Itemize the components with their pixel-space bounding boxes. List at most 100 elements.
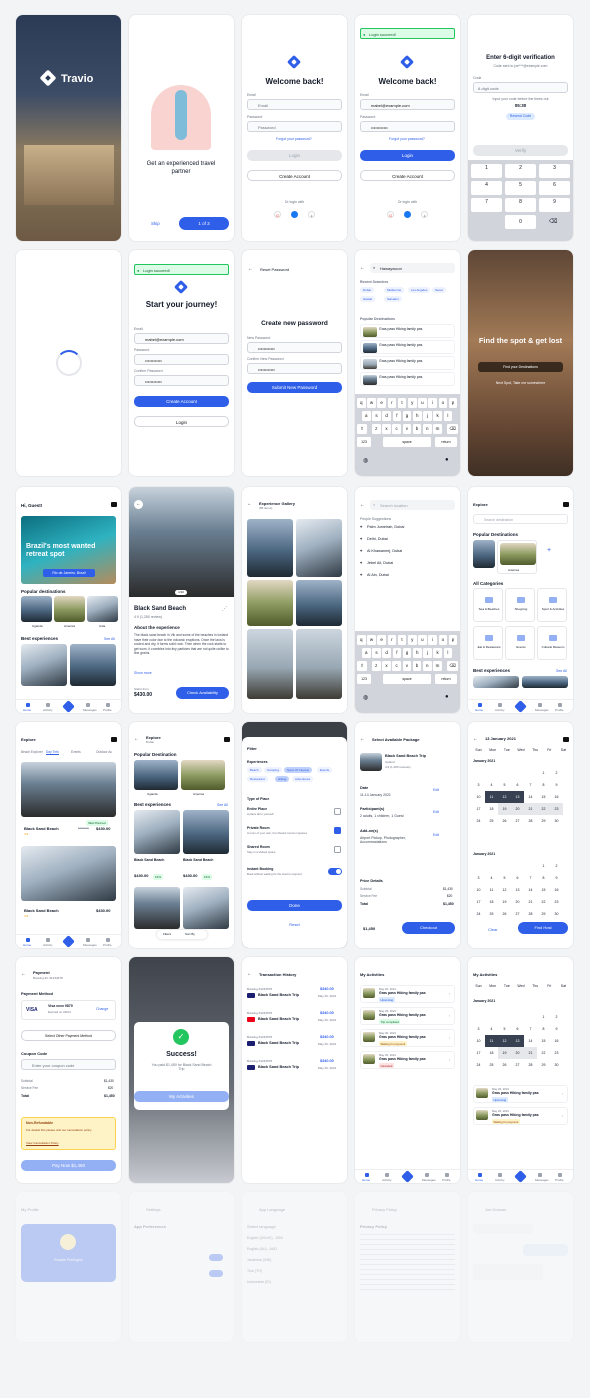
confirm-password-field[interactable]: •••••••••••• <box>134 375 229 386</box>
keypad-key[interactable]: 1 <box>471 164 502 178</box>
delete-key-icon[interactable]: ⌫ <box>447 661 458 671</box>
nav-label[interactable]: Profile <box>555 708 564 712</box>
calendar-day[interactable]: 9 <box>550 779 563 791</box>
submit-password-button[interactable]: Submit New Password <box>247 382 342 393</box>
nav-label[interactable]: Activity <box>43 708 53 712</box>
destination-card[interactable] <box>21 596 52 622</box>
tiktok-icon[interactable]: ♪ <box>421 211 428 218</box>
calendar-day[interactable]: 28 <box>524 815 537 827</box>
calendar-day[interactable]: 18 <box>485 896 498 908</box>
checkout-button[interactable]: Checkout <box>402 922 455 934</box>
experience-card[interactable] <box>522 676 568 688</box>
calendar-day[interactable]: 22 <box>537 1047 550 1059</box>
calendar-day[interactable]: 19 <box>498 803 511 815</box>
category-tab[interactable]: Outdoor Ac <box>96 750 112 754</box>
shift-key-icon[interactable]: ⇧ <box>357 661 367 671</box>
experience-chip[interactable]: Sport Of Interest <box>284 767 313 773</box>
keyboard-key[interactable]: r <box>387 635 397 645</box>
toggle-switch[interactable] <box>209 1270 223 1277</box>
location-suggestion[interactable]: Jebel Ali, Dubai <box>367 561 393 565</box>
globe-icon[interactable]: ◍ <box>363 694 368 701</box>
keyboard-key[interactable]: i <box>428 635 437 645</box>
category-card[interactable]: Eat & Restaurant <box>473 626 503 660</box>
keyboard-key[interactable]: v <box>402 424 412 434</box>
category-card[interactable]: Shopping <box>505 588 535 622</box>
popular-destination-row[interactable]: Gras pass Hiking family pas <box>360 340 455 354</box>
category-tab[interactable]: Day Trek <box>46 750 59 755</box>
keypad-key[interactable]: 2 <box>505 164 536 178</box>
email-field[interactable]: mabel@example.com <box>360 99 455 110</box>
calendar-day[interactable]: 4 <box>485 872 498 884</box>
language-option[interactable]: Indonesian (ID) <box>247 1280 271 1284</box>
calendar-day[interactable]: 2 <box>550 860 563 872</box>
calendar-day[interactable]: 4 <box>485 779 498 791</box>
popular-destination-row[interactable]: Gras pass Hiking family pas <box>360 372 455 386</box>
keypad-key[interactable]: 6 <box>539 181 570 195</box>
calendar-day[interactable]: 19 <box>498 1047 511 1059</box>
other-payment-button[interactable]: Select Other Payment Method <box>21 1030 116 1041</box>
calendar-day[interactable]: 21 <box>524 1047 537 1059</box>
nav-label[interactable]: Activity <box>495 1178 505 1182</box>
experience-card[interactable] <box>134 810 180 854</box>
calendar-day[interactable]: 14 <box>524 791 537 803</box>
password-field[interactable]: Password <box>247 121 342 132</box>
calendar-day[interactable]: 6 <box>511 872 524 884</box>
gallery-photo[interactable] <box>296 580 342 626</box>
return-key[interactable]: return <box>435 437 457 447</box>
google-icon[interactable]: G <box>387 211 394 218</box>
keyboard-key[interactable]: w <box>367 635 376 645</box>
calendar-day[interactable]: 27 <box>511 815 524 827</box>
chevron-right-icon[interactable]: › <box>449 1035 450 1040</box>
calendar-day[interactable]: 27 <box>511 908 524 920</box>
calendar-day[interactable]: 20 <box>511 803 524 815</box>
keyboard-key[interactable]: w <box>367 398 376 408</box>
keyboard-key[interactable]: q <box>357 398 366 408</box>
share-icon[interactable]: ⋰ <box>222 606 227 612</box>
calendar-day[interactable]: 22 <box>537 896 550 908</box>
calendar-day[interactable]: 30 <box>550 815 563 827</box>
calendar-day[interactable]: 13 <box>511 1035 524 1047</box>
password-field[interactable]: •••••••••••• <box>360 121 455 132</box>
transaction-name[interactable]: Black Sand Beach Trip <box>258 1041 299 1045</box>
keyboard-key[interactable]: h <box>413 411 422 421</box>
experience-chip[interactable]: Restaurant <box>247 776 268 782</box>
keyboard-key[interactable]: k <box>433 411 442 421</box>
calendar-day[interactable]: 12 <box>498 884 511 896</box>
login-button[interactable]: Login <box>360 150 455 161</box>
space-key[interactable]: space <box>383 437 431 447</box>
experience-card[interactable] <box>183 810 229 854</box>
calendar-day[interactable]: 7 <box>524 779 537 791</box>
nav-label[interactable]: Profile <box>103 943 112 947</box>
calendar-day[interactable]: 8 <box>537 1023 550 1035</box>
calendar-day[interactable]: 24 <box>472 1059 485 1071</box>
calendar-day[interactable]: 17 <box>472 803 485 815</box>
back-arrow-icon[interactable]: ← <box>134 500 143 509</box>
keyboard-key[interactable]: u <box>418 398 427 408</box>
calendar-day[interactable]: 26 <box>498 1059 511 1071</box>
calendar-day[interactable]: 30 <box>550 1059 563 1071</box>
keyboard-key[interactable]: z <box>372 424 381 434</box>
back-arrow-icon[interactable]: ← <box>360 736 365 742</box>
calendar-day[interactable]: 15 <box>537 884 550 896</box>
location-suggestion[interactable]: Al Ain, Dubai <box>367 573 389 577</box>
nav-label[interactable]: Profile <box>103 708 112 712</box>
keypad-key[interactable]: 8 <box>505 198 536 212</box>
keyboard-key[interactable]: g <box>402 648 412 658</box>
calendar-day[interactable]: 18 <box>485 1047 498 1059</box>
location-button[interactable]: Rio de Janeiro, Brazil <box>43 569 95 577</box>
calendar-day[interactable]: 13 <box>511 791 524 803</box>
confirm-password-field[interactable]: •••••••••••• <box>247 363 342 374</box>
recent-search-chip[interactable]: Dubai <box>360 287 374 293</box>
experience-card[interactable] <box>21 644 67 686</box>
facebook-icon[interactable] <box>404 211 411 218</box>
calendar-day[interactable]: 17 <box>472 1047 485 1059</box>
instant-booking-toggle[interactable] <box>328 868 342 875</box>
chevron-right-icon[interactable]: › <box>562 1091 563 1096</box>
keyboard-key[interactable]: s <box>372 411 381 421</box>
calendar-day[interactable]: 26 <box>498 908 511 920</box>
nav-label[interactable]: Home <box>23 943 31 947</box>
experience-chip[interactable]: Camping <box>264 767 283 773</box>
back-arrow-icon[interactable]: ← <box>21 971 26 977</box>
facebook-icon[interactable] <box>291 211 298 218</box>
filters-button[interactable]: Filters <box>163 930 171 939</box>
